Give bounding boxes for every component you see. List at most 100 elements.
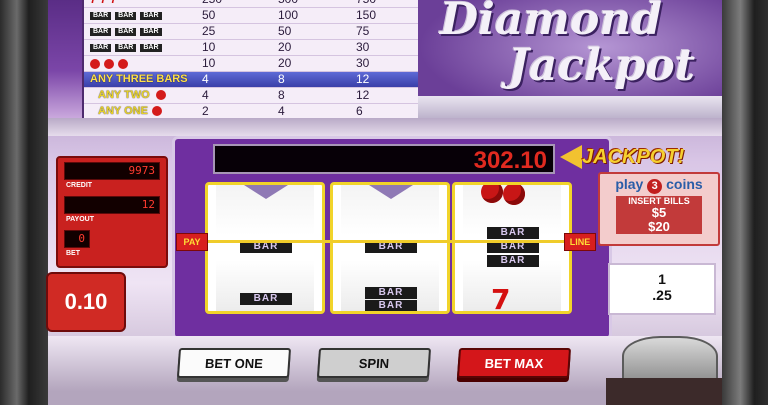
seven-symbols: 7 7 7 — [90, 0, 116, 7]
payout-1-coin: 25 — [202, 24, 216, 38]
cherry-icon — [481, 185, 503, 203]
reel-3: BAR BAR BAR 7 — [452, 182, 572, 314]
payout-2-coin: 100 — [278, 8, 299, 22]
payout-2-coin: 4 — [278, 104, 285, 118]
single-bar-symbols: BAR BAR BAR — [90, 40, 162, 55]
credit-label: CREDIT — [66, 182, 93, 189]
jackpot-arrow-icon — [560, 145, 582, 169]
seven-icon: 7 — [90, 0, 96, 6]
double-bar-icon: BAR — [365, 300, 417, 311]
payout-1-coin: 2 — [202, 104, 209, 118]
jackpot-display: 302.10 — [213, 144, 555, 174]
payline — [196, 240, 566, 243]
reel-edge-chevron — [369, 185, 413, 199]
paytable-row: BAR BAR BAR 50 100 150 — [84, 8, 420, 24]
cherry-icon — [90, 58, 100, 69]
payout-3-coin: 6 — [356, 104, 363, 118]
paytable-label: ANY TWO — [98, 89, 150, 101]
payout-3-coin: 750 — [356, 0, 376, 7]
reel-1: BAR BAR — [205, 182, 325, 314]
bill-option-20: $20 — [616, 220, 702, 234]
cherry-icon — [156, 90, 166, 100]
payout-label: PAYOUT — [66, 216, 95, 223]
reel-strip: BAR BAR BAR 7 — [463, 185, 561, 311]
double-bar-symbols: BAR BAR BAR — [90, 24, 162, 39]
coin-count: 1 — [658, 271, 666, 287]
double-bar-icon: BAR — [90, 27, 112, 36]
payout-3-coin: 12 — [356, 72, 370, 86]
game-logo: Diamond Jackpot — [418, 0, 722, 118]
paytable-row: BAR BAR BAR 10 20 30 — [84, 40, 420, 56]
paytable-row: BAR BAR BAR 25 50 75 — [84, 24, 420, 40]
triple-bar-icon: BAR — [487, 227, 539, 239]
payout-display: 12 — [64, 196, 160, 214]
payout-1-coin: 10 — [202, 40, 216, 54]
cabinet-right-rail — [722, 0, 768, 405]
payout-2-coin: 500 — [278, 0, 298, 7]
logo-line-1: Diamond — [440, 0, 663, 45]
bet-one-button[interactable]: BET ONE — [176, 348, 292, 378]
payout-1-coin: 4 — [202, 88, 209, 102]
seven-icon: 7 — [491, 283, 511, 314]
bet-display: 0 — [64, 230, 90, 248]
payout-3-coin: 12 — [356, 88, 370, 102]
bar-icon: BAR — [115, 43, 137, 52]
coins-word: coins — [666, 176, 703, 192]
payline-right-tag: LINE — [564, 233, 596, 251]
seven-icon: 7 — [100, 0, 106, 6]
paytable-row: 10 20 30 — [84, 56, 420, 72]
double-bar-icon: BAR — [365, 287, 417, 299]
cherry-symbols — [90, 56, 128, 71]
cherry-icon — [503, 185, 525, 205]
bet-max-button[interactable]: BET MAX — [456, 348, 572, 378]
payout-1-coin: 250 — [202, 0, 222, 7]
bet-label: BET — [66, 250, 80, 257]
paytable: 7 7 7 250 500 750 BAR BAR BAR 50 100 150… — [82, 0, 422, 120]
paytable-label: ANY ONE — [98, 105, 148, 117]
paytable-row: 7 7 7 250 500 750 — [84, 0, 420, 8]
double-bar-icon: BAR — [140, 27, 162, 36]
payout-3-coin: 30 — [356, 56, 370, 70]
payout-3-coin: 30 — [356, 40, 370, 54]
payout-3-coin: 150 — [356, 8, 377, 22]
payout-1-coin: 4 — [202, 72, 209, 86]
panel-trim — [48, 118, 722, 136]
payout-3-coin: 75 — [356, 24, 370, 38]
payout-2-coin: 8 — [278, 88, 285, 102]
payout-2-coin: 20 — [278, 56, 292, 70]
triple-bar-icon: BAR — [487, 255, 539, 267]
reel-strip: BAR BAR BAR — [341, 185, 439, 311]
denomination-button[interactable]: 0.10 — [46, 272, 126, 332]
reel-2: BAR BAR BAR — [330, 182, 450, 314]
payout-2-coin: 8 — [278, 72, 285, 86]
cherry-icon — [104, 58, 114, 69]
lever-slot — [606, 378, 722, 405]
single-bar-icon: BAR — [240, 293, 292, 305]
seven-icon: 7 — [110, 0, 116, 6]
payout-2-coin: 20 — [278, 40, 292, 54]
cherry-icon — [118, 58, 128, 69]
credit-display: 9973 — [64, 162, 160, 180]
payout-2-coin: 50 — [278, 24, 292, 38]
meter-panel: 9973 CREDIT 12 PAYOUT 0 BET — [56, 156, 168, 268]
jackpot-label: JACKPOT! — [582, 146, 685, 168]
triple-bar-icon: BAR — [140, 11, 162, 20]
logo-snow-decoration — [418, 96, 722, 118]
triple-bar-symbols: BAR BAR BAR — [90, 8, 162, 23]
cabinet-left-rail — [0, 0, 48, 405]
bar-icon: BAR — [140, 43, 162, 52]
coins-count-badge: 3 — [647, 179, 663, 194]
paytable-row: ANY TWO 4 8 12 — [84, 88, 420, 104]
spin-button[interactable]: SPIN — [316, 348, 432, 378]
reel-strip: BAR BAR — [216, 185, 314, 311]
play-coins-text: play 3 coins — [600, 176, 718, 194]
paytable-label: ANY THREE BARS — [90, 73, 188, 85]
coin-value: .25 — [652, 287, 672, 303]
logo-line-2: Jackpot — [508, 40, 696, 91]
triple-bar-icon: BAR — [90, 11, 112, 20]
triple-bar-icon: BAR — [115, 11, 137, 20]
coin-value-panel: 1 .25 — [608, 263, 716, 315]
bill-option-5: $5 — [616, 206, 702, 220]
double-bar-icon: BAR — [115, 27, 137, 36]
reel-edge-chevron — [244, 185, 288, 199]
